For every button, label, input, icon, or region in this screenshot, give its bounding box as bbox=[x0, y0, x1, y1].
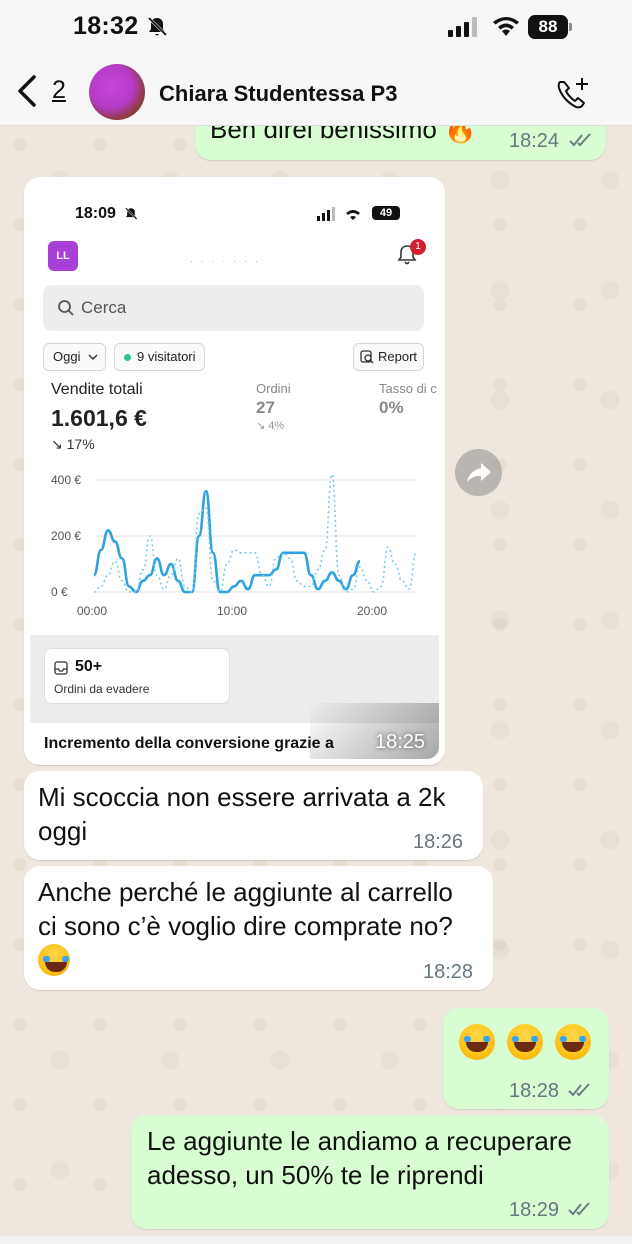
cellular-signal-icon bbox=[448, 17, 480, 42]
message-text-line: Mi scoccia non essere arrivata a 2k bbox=[38, 782, 446, 812]
message-time: 18:28 bbox=[423, 961, 474, 983]
forward-button[interactable] bbox=[455, 449, 502, 496]
incoming-message[interactable]: Anche perché le aggiunte al carrello ci … bbox=[24, 866, 493, 990]
store-logo: LL bbox=[48, 241, 78, 271]
chevron-down-icon bbox=[88, 354, 98, 361]
live-dot-icon bbox=[124, 354, 131, 361]
shot-signal-wifi-icon bbox=[317, 207, 367, 226]
x-tick-label: 10:00 bbox=[217, 604, 247, 618]
tears-of-joy-emoji bbox=[459, 1024, 495, 1060]
inbox-icon bbox=[54, 661, 68, 680]
shot-battery: 49 bbox=[372, 206, 400, 220]
kpi-value-conversion: 0% bbox=[379, 398, 404, 417]
y-tick-label: 200 € bbox=[51, 529, 81, 543]
message-time: 18:26 bbox=[413, 831, 464, 853]
tears-of-joy-emoji bbox=[507, 1024, 543, 1060]
period-label: Oggi bbox=[53, 349, 81, 364]
image-message[interactable]: 18:09 49 LL · · · · · · · 1 Cerca Oggi 9… bbox=[24, 177, 445, 765]
y-tick-label: 400 € bbox=[51, 473, 81, 487]
read-ticks-icon bbox=[568, 1201, 594, 1222]
shared-screenshot: 18:09 49 LL · · · · · · · 1 Cerca Oggi 9… bbox=[30, 183, 439, 759]
kpi-value-orders: 27 bbox=[256, 398, 275, 417]
chat-header-content: 2 Chiara Studentessa P3 bbox=[0, 56, 632, 126]
kpi-label-sales: Vendite totali bbox=[51, 381, 143, 398]
message-text-line: adesso, un 50% te le riprendi bbox=[147, 1160, 484, 1190]
orders-to-fulfill-count: 50+ bbox=[75, 658, 103, 675]
battery-level: 88 bbox=[538, 17, 558, 36]
period-selector: Oggi bbox=[43, 343, 106, 371]
y-tick-label: 0 € bbox=[51, 585, 68, 599]
message-text-line: oggi bbox=[38, 816, 88, 846]
kpi-delta-orders: ↘ 4% bbox=[256, 420, 285, 432]
avatar[interactable] bbox=[89, 64, 145, 120]
tears-of-joy-emoji bbox=[38, 944, 72, 976]
add-call-icon[interactable] bbox=[554, 76, 590, 117]
read-ticks-icon bbox=[569, 132, 595, 153]
unread-chats-count[interactable]: 2 bbox=[52, 76, 66, 105]
visitors-label: 9 visitatori bbox=[137, 349, 196, 364]
notification-badge: 1 bbox=[410, 239, 426, 255]
message-time: 18:24 bbox=[509, 130, 560, 152]
promo-banner-title: Incremento della conversione grazie a bbox=[44, 735, 334, 752]
message-time: 18:28 bbox=[509, 1080, 560, 1102]
incoming-message[interactable]: Mi scoccia non essere arrivata a 2k oggi… bbox=[24, 771, 483, 860]
sales-series-line bbox=[92, 489, 361, 594]
back-chevron-icon[interactable] bbox=[14, 74, 40, 113]
x-tick-label: 20:00 bbox=[357, 604, 387, 618]
kpi-label-orders: Ordini bbox=[256, 381, 291, 396]
message-time: 18:29 bbox=[509, 1199, 560, 1221]
message-text-line: Le aggiunte le andiamo a recuperare bbox=[147, 1126, 572, 1156]
report-button: Report bbox=[353, 343, 424, 371]
contact-name[interactable]: Chiara Studentessa P3 bbox=[159, 81, 397, 107]
orders-to-fulfill-card: 50+ Ordini da evadere bbox=[44, 648, 230, 704]
status-time: 18:32 bbox=[73, 12, 139, 40]
orders-to-fulfill-label: Ordini da evadere bbox=[54, 682, 150, 696]
kpi-label-conversion: Tasso di c bbox=[379, 381, 437, 396]
report-icon bbox=[360, 350, 374, 364]
search-placeholder: Cerca bbox=[81, 298, 127, 317]
message-time: 18:25 bbox=[375, 731, 426, 753]
message-text-line: ci sono c’è voglio dire comprate no? bbox=[38, 911, 453, 941]
shot-status-time: 18:09 bbox=[75, 205, 116, 222]
silent-bell-icon bbox=[146, 16, 168, 43]
status-bar: 18:32 88 bbox=[0, 0, 632, 56]
sales-line-chart: 400 € 200 € 0 € 00:00 10:00 20:00 bbox=[51, 473, 417, 618]
bottom-edge bbox=[0, 1236, 632, 1244]
tears-of-joy-emoji bbox=[555, 1024, 591, 1060]
battery-icon: 88 bbox=[528, 15, 574, 39]
message-text-line: Anche perché le aggiunte al carrello bbox=[38, 877, 453, 907]
search-icon bbox=[57, 299, 75, 322]
kpi-value-sales: 1.601,6 € bbox=[51, 405, 147, 431]
x-tick-label: 00:00 bbox=[77, 604, 107, 618]
kpi-delta-sales: ↘ 17% bbox=[51, 436, 95, 452]
store-name: · · · · · · · bbox=[190, 257, 261, 266]
shot-search-bar: Cerca bbox=[43, 285, 424, 331]
wifi-icon bbox=[492, 16, 520, 43]
outgoing-message[interactable]: 18:28 bbox=[443, 1008, 609, 1109]
read-ticks-icon bbox=[568, 1082, 594, 1103]
visitors-chip: 9 visitatori bbox=[114, 343, 205, 371]
outgoing-message[interactable]: Le aggiunte le andiamo a recuperare ades… bbox=[131, 1115, 609, 1229]
report-label: Report bbox=[378, 349, 418, 364]
shot-silent-bell-icon bbox=[124, 207, 138, 226]
forward-arrow-icon bbox=[467, 463, 491, 482]
